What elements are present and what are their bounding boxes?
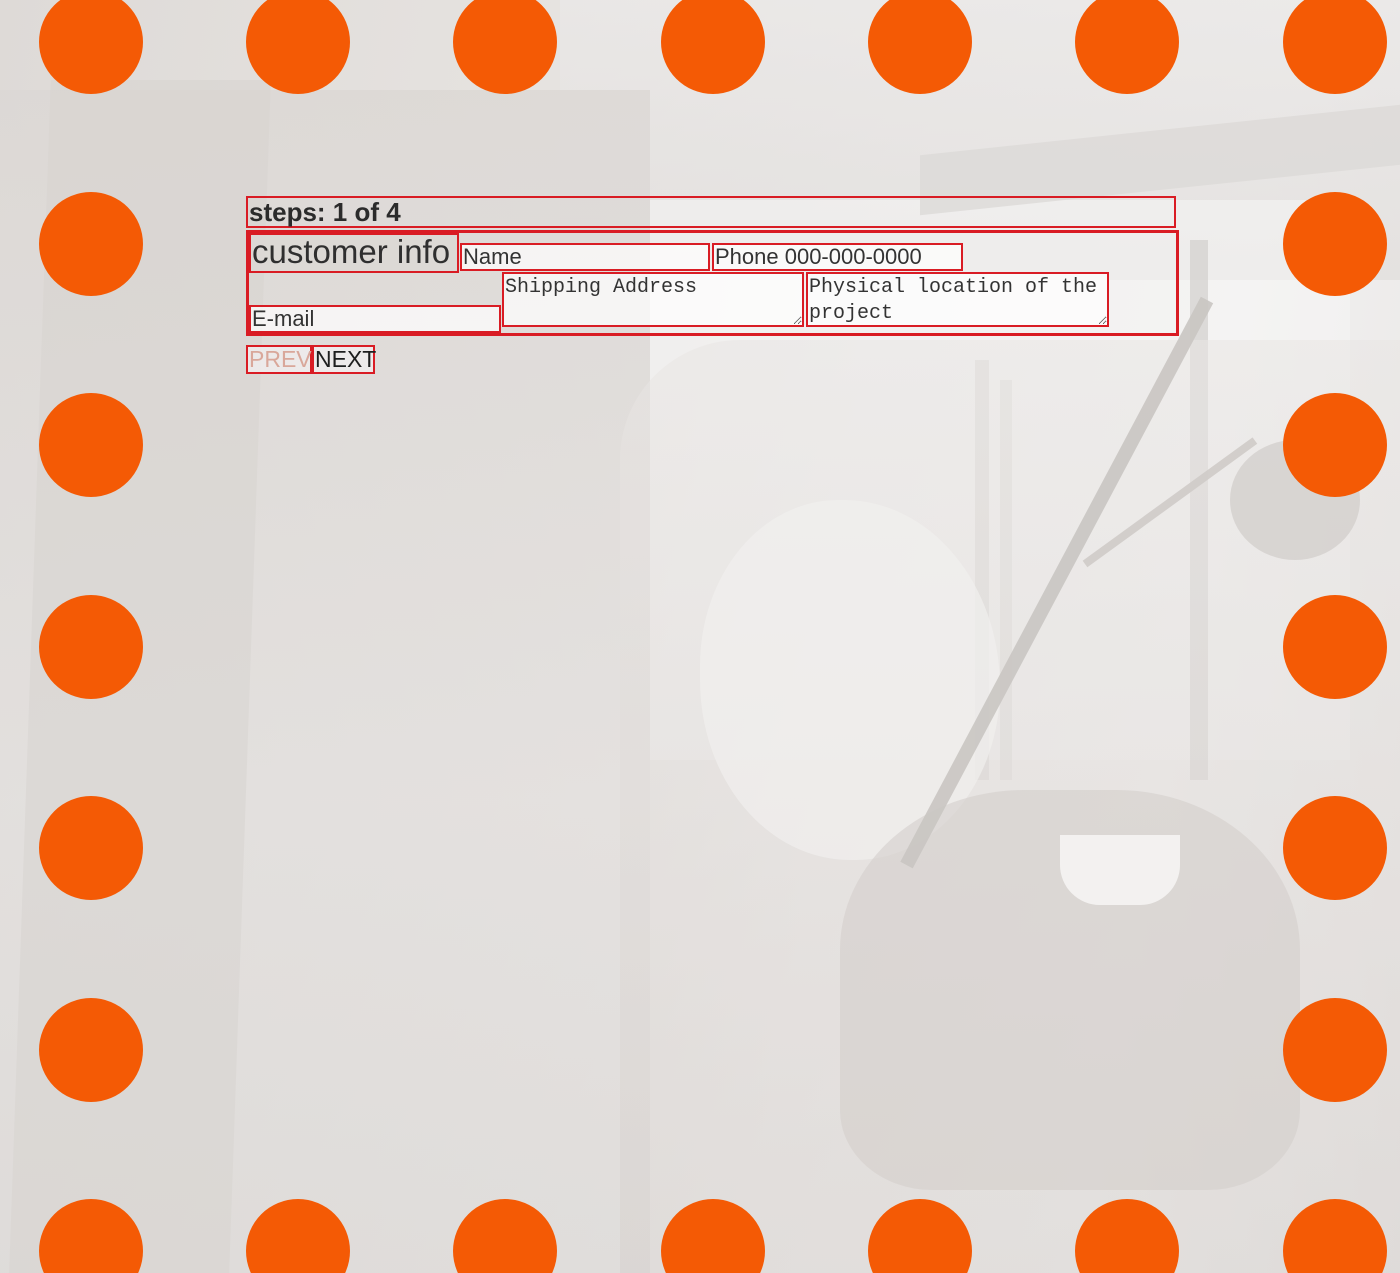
name-input[interactable] (460, 243, 710, 271)
decorative-dot (1283, 192, 1387, 296)
decorative-dot (39, 998, 143, 1102)
shipping-address-textarea[interactable] (502, 272, 804, 327)
decorative-dot (1283, 595, 1387, 699)
decorative-dot (39, 192, 143, 296)
decorative-dot (1283, 998, 1387, 1102)
decorative-dot (39, 595, 143, 699)
step-indicator: steps: 1 of 4 (246, 196, 1176, 228)
next-button[interactable]: NEXT (312, 345, 376, 374)
section-title: customer info (249, 233, 459, 273)
decorative-dot (1283, 796, 1387, 900)
decorative-dot (39, 796, 143, 900)
decorative-dot (39, 393, 143, 497)
background-photo (0, 0, 1400, 1273)
project-location-textarea[interactable] (806, 272, 1109, 327)
email-input[interactable] (249, 305, 501, 333)
phone-input[interactable] (712, 243, 963, 271)
page: steps: 1 of 4 customer info PREV NEXT (0, 0, 1400, 1273)
prev-button[interactable]: PREV (246, 345, 312, 374)
decorative-dot (1283, 393, 1387, 497)
